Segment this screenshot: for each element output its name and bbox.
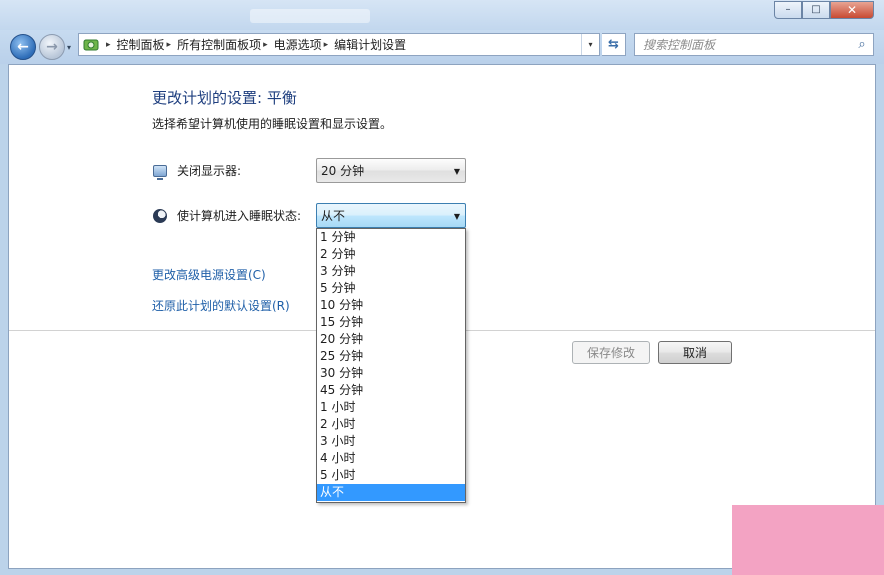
page-title: 更改计划的设置: 平衡 [152,89,297,107]
monitor-icon [152,163,168,180]
sleep-row: 使计算机进入睡眠状态: [152,203,301,228]
forward-button[interactable]: → [39,34,65,60]
corner-overlay [732,505,884,575]
sleep-option[interactable]: 10 分钟 [317,297,465,314]
search-input[interactable]: 搜索控制面板 [635,36,851,53]
chevron-down-icon: ▼ [453,212,460,221]
breadcrumb-all-items[interactable]: 所有控制面板项 [177,36,261,53]
back-button[interactable]: ← [10,34,36,60]
breadcrumb-power-options[interactable]: 电源选项 [274,36,322,53]
display-off-select[interactable]: 20 分钟 ▼ [316,158,466,183]
sleep-option[interactable]: 20 分钟 [317,331,465,348]
sleep-option[interactable]: 3 小时 [317,433,465,450]
sleep-option[interactable]: 1 小时 [317,399,465,416]
breadcrumb-separator-icon: ▸ [106,39,111,50]
minimize-button[interactable]: – [774,1,802,19]
recent-pages-dropdown-icon[interactable]: ▾ [67,43,71,52]
cancel-button[interactable]: 取消 [658,341,732,364]
navigation-bar: ← → ▾ ▸ 控制面板 ▸ 所有控制面板项 ▸ 电源选项 ▸ 编辑计划设置 ▾… [0,30,884,64]
breadcrumb-edit-plan[interactable]: 编辑计划设置 [334,36,406,53]
search-box[interactable]: 搜索控制面板 ⌕ [634,33,874,56]
address-bar[interactable]: ▸ 控制面板 ▸ 所有控制面板项 ▸ 电源选项 ▸ 编辑计划设置 ▾ [78,33,600,56]
search-icon[interactable]: ⌕ [851,37,873,52]
restore-defaults-link[interactable]: 还原此计划的默认设置(R) [152,297,290,314]
sleep-option[interactable]: 3 分钟 [317,263,465,280]
sleep-select[interactable]: 从不 ▼ [316,203,466,228]
sleep-option[interactable]: 15 分钟 [317,314,465,331]
page-description: 选择希望计算机使用的睡眠设置和显示设置。 [152,117,393,131]
sleep-label: 使计算机进入睡眠状态: [177,209,302,223]
sleep-option[interactable]: 5 小时 [317,467,465,484]
sleep-option[interactable]: 45 分钟 [317,382,465,399]
address-dropdown-icon[interactable]: ▾ [581,34,599,55]
caption-buttons: – □ ✕ [774,1,874,19]
content-pane: 更改计划的设置: 平衡 选择希望计算机使用的睡眠设置和显示设置。 关闭显示器: … [8,64,876,569]
window-titlebar: – □ ✕ [0,0,884,30]
chevron-down-icon: ▼ [453,167,460,176]
sleep-option[interactable]: 25 分钟 [317,348,465,365]
refresh-button[interactable]: ⇆ [602,33,626,56]
display-off-label: 关闭显示器: [177,164,242,178]
display-off-row: 关闭显示器: [152,158,241,183]
display-off-value: 20 分钟 [321,164,365,178]
window-title-area [250,9,370,23]
control-panel-icon [82,37,100,53]
sleep-option[interactable]: 30 分钟 [317,365,465,382]
close-button[interactable]: ✕ [830,1,874,19]
sleep-option[interactable]: 2 小时 [317,416,465,433]
save-changes-button[interactable]: 保存修改 [572,341,650,364]
sleep-option[interactable]: 2 分钟 [317,246,465,263]
breadcrumb-separator-icon[interactable]: ▸ [167,40,172,50]
breadcrumb-separator-icon[interactable]: ▸ [263,40,268,50]
sleep-value: 从不 [321,209,346,223]
sleep-option[interactable]: 1 分钟 [317,229,465,246]
sleep-option[interactable]: 从不 [317,484,465,501]
breadcrumb-separator-icon[interactable]: ▸ [324,40,329,50]
sleep-options-list[interactable]: 1 分钟 2 分钟 3 分钟 5 分钟 10 分钟 15 分钟 20 分钟 25 分钟 30 分… [316,228,466,503]
advanced-power-settings-link[interactable]: 更改高级电源设置(C) [152,266,266,283]
moon-icon [152,208,168,224]
breadcrumb-control-panel[interactable]: 控制面板 [117,36,165,53]
sleep-option[interactable]: 5 分钟 [317,280,465,297]
maximize-button[interactable]: □ [802,1,830,19]
sleep-option[interactable]: 4 小时 [317,450,465,467]
